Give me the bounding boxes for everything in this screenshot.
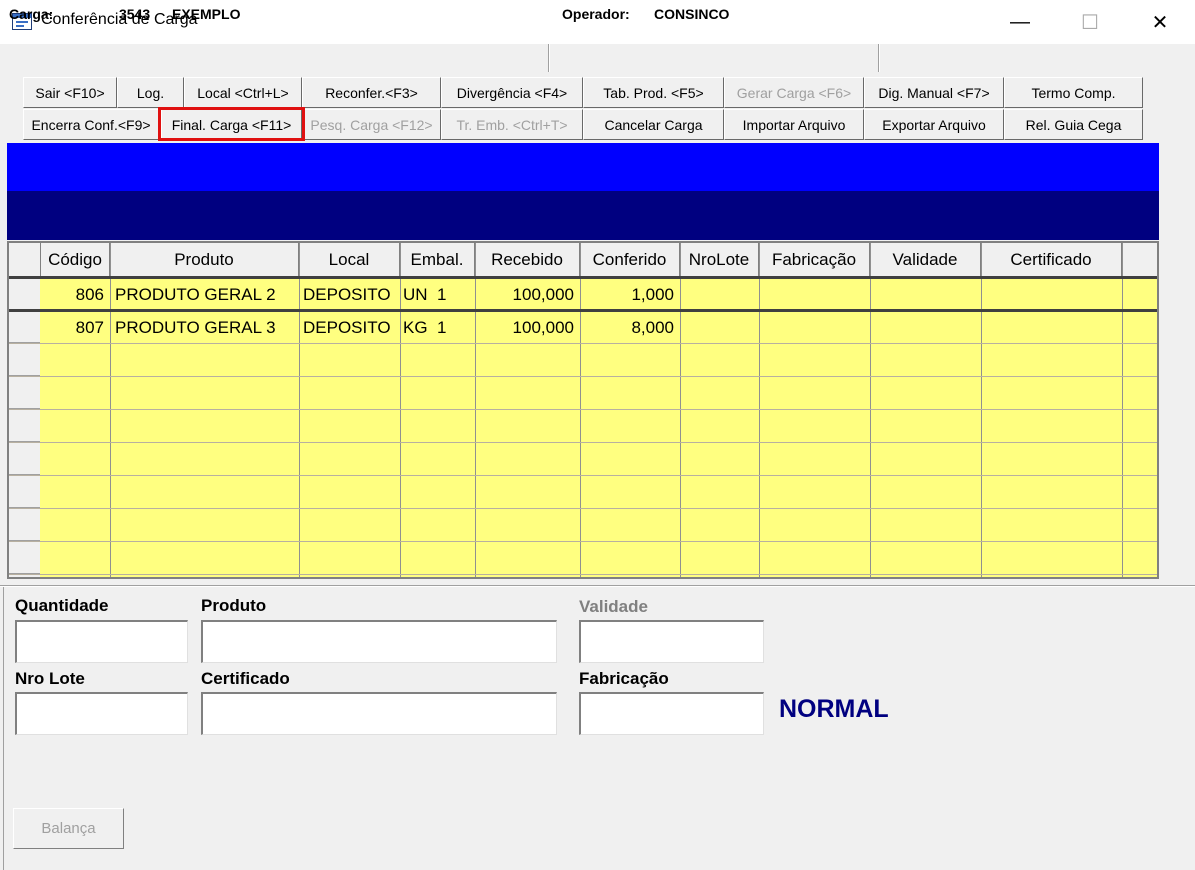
local-button[interactable]: Local <Ctrl+L> [184,77,302,108]
section-divider [0,585,1195,587]
fabricacao-label: Fabricação [579,669,669,688]
termo-comp-button[interactable]: Termo Comp. [1004,77,1143,108]
column-header-filler [1122,243,1157,277]
encerra-conf-button[interactable]: Encerra Conf.<F9> [23,109,159,140]
row-separator [9,343,1157,344]
row-indicator[interactable] [9,277,40,310]
carga-label: Carga: [9,6,54,22]
tr-emb-button[interactable]: Tr. Emb. <Ctrl+T> [441,109,583,140]
certificado-input[interactable] [201,692,557,735]
certificado-label: Certificado [201,669,290,688]
column-header-local[interactable]: Local [299,243,400,277]
quantidade-input[interactable] [15,620,188,663]
status-label: NORMAL [779,695,889,723]
carga-number: 3543 [119,6,151,22]
cell-recebido: 100,000 [512,317,574,337]
column-header-produto[interactable]: Produto [110,243,299,277]
row-indicator[interactable] [9,508,40,541]
panel-border [0,587,4,870]
row-separator [9,442,1157,443]
balanca-button[interactable]: Balança [13,808,124,849]
validade-label: Validade [579,597,648,616]
cell-recebido: 100,000 [512,284,574,304]
table-row[interactable]: 806 PRODUTO GERAL 2 DEPOSITO UN 1 100,00… [41,279,1157,310]
importar-arquivo-button[interactable]: Importar Arquivo [724,109,864,140]
blue-panel-bottom [7,191,1159,240]
cancelar-carga-button[interactable]: Cancelar Carga [583,109,724,140]
exportar-arquivo-button[interactable]: Exportar Arquivo [864,109,1004,140]
maximize-icon[interactable]: ☐ [1055,0,1125,44]
row-indicator[interactable] [9,442,40,475]
nrolote-input[interactable] [15,692,188,735]
row-indicator[interactable] [9,475,40,508]
cell-codigo: 807 [75,317,104,337]
gerar-carga-button[interactable]: Gerar Carga <F6> [724,77,864,108]
row-indicator[interactable] [9,541,40,574]
dig-manual-button[interactable]: Dig. Manual <F7> [864,77,1004,108]
column-header-certificado[interactable]: Certificado [981,243,1122,277]
minimize-icon[interactable]: — [985,0,1055,44]
log-button[interactable]: Log. [117,77,184,108]
info-divider [548,44,550,72]
cell-embal: KG 1 [403,317,447,337]
column-header-fabricacao[interactable]: Fabricação [759,243,870,277]
row-separator [9,475,1157,476]
tab-prod-button[interactable]: Tab. Prod. <F5> [583,77,724,108]
column-header-validade[interactable]: Validade [870,243,981,277]
grid-corner-header [9,243,41,277]
row-separator [9,541,1157,542]
blue-panel-top [7,143,1159,191]
cell-produto: PRODUTO GERAL 3 [115,317,276,337]
column-header-conferido[interactable]: Conferido [580,243,680,277]
column-header-codigo[interactable]: Código [41,243,110,277]
reconferir-button[interactable]: Reconfer.<F3> [302,77,441,108]
info-divider [878,44,880,72]
produto-label: Produto [201,596,267,615]
row-separator [9,574,1157,575]
sair-button[interactable]: Sair <F10> [23,77,117,108]
column-header-nrolote[interactable]: NroLote [680,243,759,277]
info-bar [0,44,1195,72]
row-indicator[interactable] [9,409,40,442]
highlight-box [158,107,305,141]
cell-conferido: 1,000 [631,284,674,304]
cell-embal: UN 1 [403,284,447,304]
close-icon[interactable]: ✕ [1125,0,1195,44]
rel-guia-cega-button[interactable]: Rel. Guia Cega [1004,109,1143,140]
cell-produto: PRODUTO GERAL 2 [115,284,276,304]
operador-label: Operador: [562,6,630,22]
row-indicator[interactable] [9,310,40,343]
row-indicator[interactable] [9,343,40,376]
column-header-recebido[interactable]: Recebido [475,243,580,277]
row-separator [9,376,1157,377]
row-indicator[interactable] [9,376,40,409]
column-header-embal[interactable]: Embal. [400,243,475,277]
quantidade-label: Quantidade [15,596,109,615]
pesq-carga-button[interactable]: Pesq. Carga <F12> [302,109,441,140]
validade-input[interactable] [579,620,764,663]
cell-conferido: 8,000 [631,317,674,337]
row-separator [9,409,1157,410]
items-grid[interactable]: Código Produto Local Embal. Recebido Con… [7,241,1159,579]
cell-local: DEPOSITO [303,317,391,337]
carga-name: EXEMPLO [172,6,241,22]
fabricacao-input[interactable] [579,692,764,735]
cell-codigo: 806 [75,284,104,304]
divergencia-button[interactable]: Divergência <F4> [441,77,583,108]
cell-local: DEPOSITO [303,284,391,304]
operador-value: CONSINCO [654,6,730,22]
produto-input[interactable] [201,620,557,663]
nrolote-label: Nro Lote [15,669,85,688]
table-row[interactable]: 807 PRODUTO GERAL 3 DEPOSITO KG 1 100,00… [41,312,1157,343]
row-separator [9,508,1157,509]
